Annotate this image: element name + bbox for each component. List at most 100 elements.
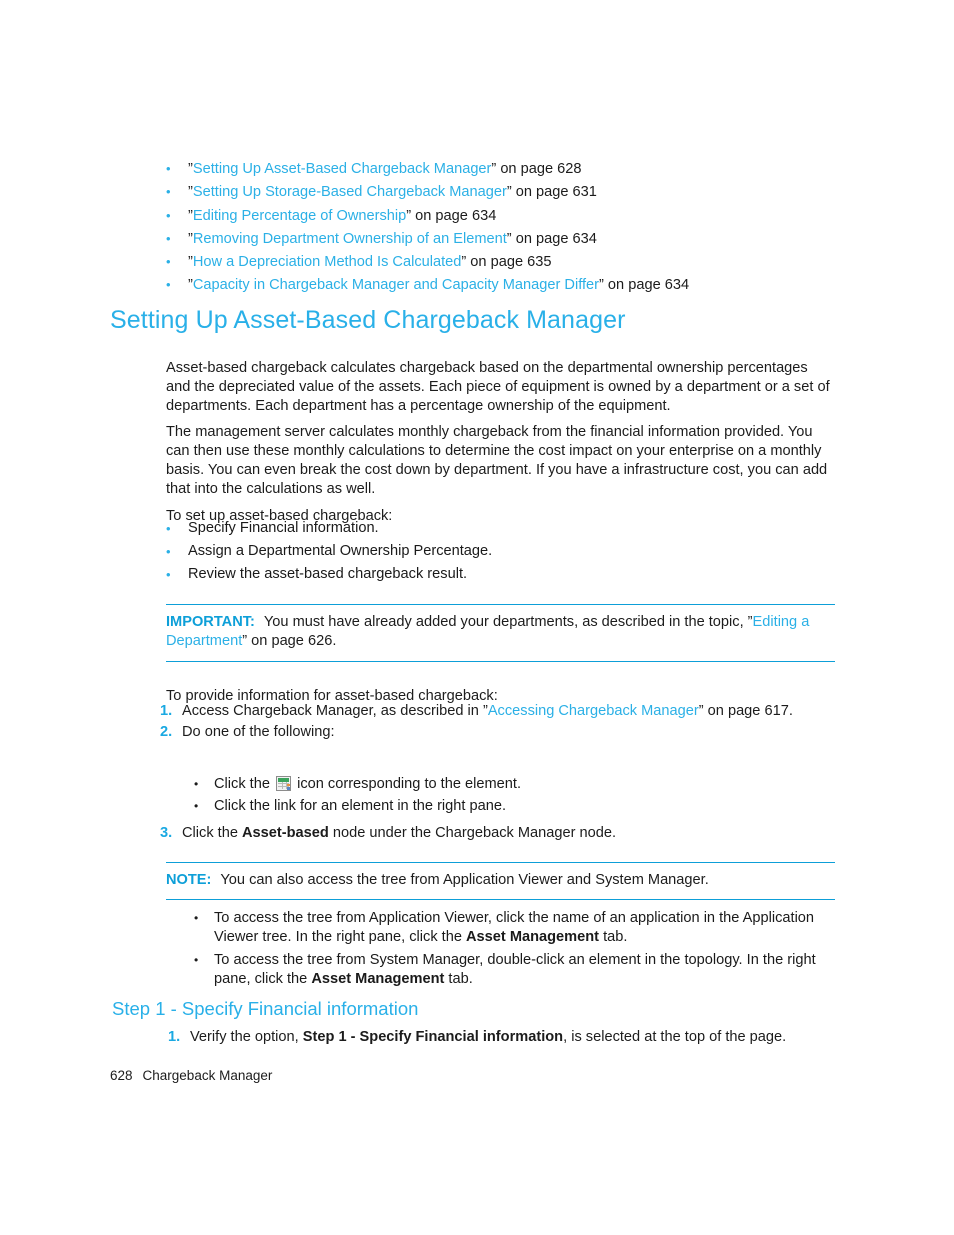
xref-link[interactable]: How a Depreciation Method Is Calculated	[193, 254, 462, 270]
sub-item-label: Click the link for an element in the rig…	[214, 798, 507, 815]
step1-bold-term: Step 1 - Specify Financial information	[302, 1029, 564, 1045]
xref-link[interactable]: Capacity in Chargeback Manager and Capac…	[193, 277, 599, 293]
bullet-icon: •	[166, 277, 171, 293]
xref-text: ”Removing Department Ownership of an Ele…	[188, 230, 866, 248]
step-marker: 1.	[160, 703, 173, 719]
bullet-icon: •	[166, 567, 171, 582]
list-item: • To access the tree from Application Vi…	[194, 909, 834, 948]
step-1-item: 1. Verify the option, Step 1 - Specify F…	[168, 1028, 848, 1047]
step-body: Verify the option, Step 1 - Specify Fina…	[190, 1028, 848, 1047]
important-text-before: You must have already added your departm…	[263, 614, 753, 630]
step-body: Access Chargeback Manager, as described …	[182, 702, 840, 721]
sub-item-label: Click the icon corresponding to the elem…	[214, 775, 521, 794]
spreadsheet-icon-header	[278, 778, 290, 782]
list-item: • To access the tree from System Manager…	[194, 951, 834, 990]
step-body: Do one of the following:	[182, 724, 335, 741]
note-bullet-label: To access the tree from Application View…	[214, 909, 834, 948]
note-bullet-bold-term: Asset Management	[466, 929, 600, 946]
footer-chapter-title: Chargeback Manager	[142, 1068, 273, 1083]
note-bullet-text-after: tab.	[444, 970, 473, 987]
list-item-label: Assign a Departmental Ownership Percenta…	[188, 543, 493, 559]
step3-bold-term: Asset-based	[242, 825, 329, 841]
xref-tail: ” on page 631	[506, 184, 597, 201]
bullet-icon: •	[166, 254, 171, 270]
bullet-icon: •	[166, 230, 171, 246]
section-heading-step-1: Step 1 - Specify Financial information	[112, 998, 419, 1019]
note-bullet-bold-term: Asset Management	[311, 970, 445, 987]
important-callout-body: IMPORTANT: You must have already added yo…	[166, 613, 835, 652]
xref-text: ”Setting Up Asset-Based Chargeback Manag…	[188, 160, 866, 178]
step-2-sub-list: • Click the icon corresponding to the el…	[194, 775, 794, 820]
step-marker: 2.	[160, 724, 173, 741]
list-item: • Specify Financial information.	[166, 519, 766, 538]
step1-text-before: Verify the option,	[190, 1029, 303, 1045]
step-text-after: ” on page 617.	[698, 703, 793, 719]
bullet-icon: •	[166, 161, 171, 176]
xref-link[interactable]: Editing Percentage of Ownership	[193, 208, 406, 224]
list-item: • Assign a Departmental Ownership Percen…	[166, 542, 766, 561]
note-label: NOTE:	[166, 872, 212, 888]
procedure-list: 1. Access Chargeback Manager, as describ…	[160, 702, 840, 745]
spreadsheet-icon[interactable]	[276, 776, 292, 791]
list-item: • ”Editing Percentage of Ownership” on p…	[166, 207, 866, 225]
note-bullet-text-before: To access the tree from System Manager, …	[214, 951, 816, 987]
procedure-step-3: 3. Click the Asset-based node under the …	[160, 824, 840, 843]
spreadsheet-icon-col-line	[282, 782, 284, 789]
important-callout: IMPORTANT: You must have already added yo…	[166, 604, 835, 662]
list-item: • Click the icon corresponding to the el…	[194, 775, 794, 794]
sub-text-after-icon: icon corresponding to the element.	[297, 776, 522, 792]
list-item: • ”Setting Up Storage-Based Chargeback M…	[166, 183, 866, 201]
document-page: • ”Setting Up Asset-Based Chargeback Man…	[0, 0, 954, 1235]
list-item: • Review the asset-based chargeback resu…	[166, 565, 766, 584]
bullet-icon: •	[194, 911, 199, 925]
cross-reference-list: • ”Setting Up Asset-Based Chargeback Man…	[166, 160, 866, 300]
step-body: Click the Asset-based node under the Cha…	[182, 824, 840, 843]
important-text-after: ” on page 626.	[242, 633, 337, 650]
step-marker: 3.	[160, 825, 173, 841]
paragraph-intro: Asset-based chargeback calculates charge…	[166, 359, 830, 415]
list-item-label: Review the asset-based chargeback result…	[188, 566, 468, 582]
list-item: • ”How a Depreciation Method Is Calculat…	[166, 253, 866, 271]
spreadsheet-icon-cell-orange	[287, 783, 291, 786]
xref-tail: ” on page 628	[491, 161, 582, 177]
important-label: IMPORTANT:	[166, 614, 255, 630]
step3-text-before: Click the	[182, 825, 243, 841]
procedure-step-2: 2. Do one of the following:	[160, 723, 840, 742]
note-bullet-list: • To access the tree from Application Vi…	[194, 909, 834, 992]
setup-steps-list: • Specify Financial information. • Assig…	[166, 519, 766, 588]
xref-tail: ” on page 634	[406, 207, 497, 224]
note-callout: NOTE: You can also access the tree from A…	[166, 862, 835, 901]
xref-link[interactable]: Setting Up Storage-Based Chargeback Mana…	[193, 184, 507, 200]
note-bullet-label: To access the tree from System Manager, …	[214, 951, 834, 990]
page-title: Setting Up Asset-Based Chargeback Manage…	[110, 306, 626, 334]
paragraph-management-server: The management server calculates monthly…	[166, 423, 828, 498]
bullet-icon: •	[166, 544, 171, 559]
page-footer: 628 Chargeback Manager	[110, 1067, 272, 1085]
list-item: • Click the link for an element in the r…	[194, 797, 794, 816]
xref-tail: ” on page 634	[506, 230, 597, 247]
xref-text: ”How a Depreciation Method Is Calculated…	[188, 253, 866, 271]
bullet-icon: •	[194, 799, 199, 814]
xref-link[interactable]: Removing Department Ownership of an Elem…	[193, 231, 507, 247]
footer-page-number: 628	[110, 1068, 133, 1083]
list-item: • ”Removing Department Ownership of an E…	[166, 230, 866, 248]
xref-text: ”Capacity in Chargeback Manager and Capa…	[188, 276, 866, 294]
sub-text-before-icon: Click the	[214, 776, 270, 792]
step-marker: 1.	[168, 1029, 181, 1045]
step-1-procedure-list: 1. Verify the option, Step 1 - Specify F…	[168, 1028, 848, 1049]
list-item: • ”Capacity in Chargeback Manager and Ca…	[166, 276, 866, 294]
note-bullet-text-after: tab.	[599, 929, 628, 946]
note-callout-body: NOTE: You can also access the tree from A…	[166, 871, 835, 890]
step-link[interactable]: Accessing Chargeback Manager	[488, 703, 699, 719]
list-item: • ”Setting Up Asset-Based Chargeback Man…	[166, 160, 866, 178]
step3-text-after: node under the Chargeback Manager node.	[328, 825, 617, 841]
note-text: You can also access the tree from Applic…	[220, 872, 709, 888]
step1-text-after: , is selected at the top of the page.	[563, 1029, 787, 1045]
spreadsheet-icon-cell-blue	[287, 787, 291, 790]
bullet-icon: •	[166, 207, 171, 223]
xref-tail: ” on page 635	[461, 254, 552, 271]
xref-text: ”Setting Up Storage-Based Chargeback Man…	[188, 183, 866, 201]
bullet-icon: •	[194, 952, 199, 967]
xref-link[interactable]: Setting Up Asset-Based Chargeback Manage…	[193, 161, 492, 177]
xref-text: ”Editing Percentage of Ownership” on pag…	[188, 207, 866, 225]
